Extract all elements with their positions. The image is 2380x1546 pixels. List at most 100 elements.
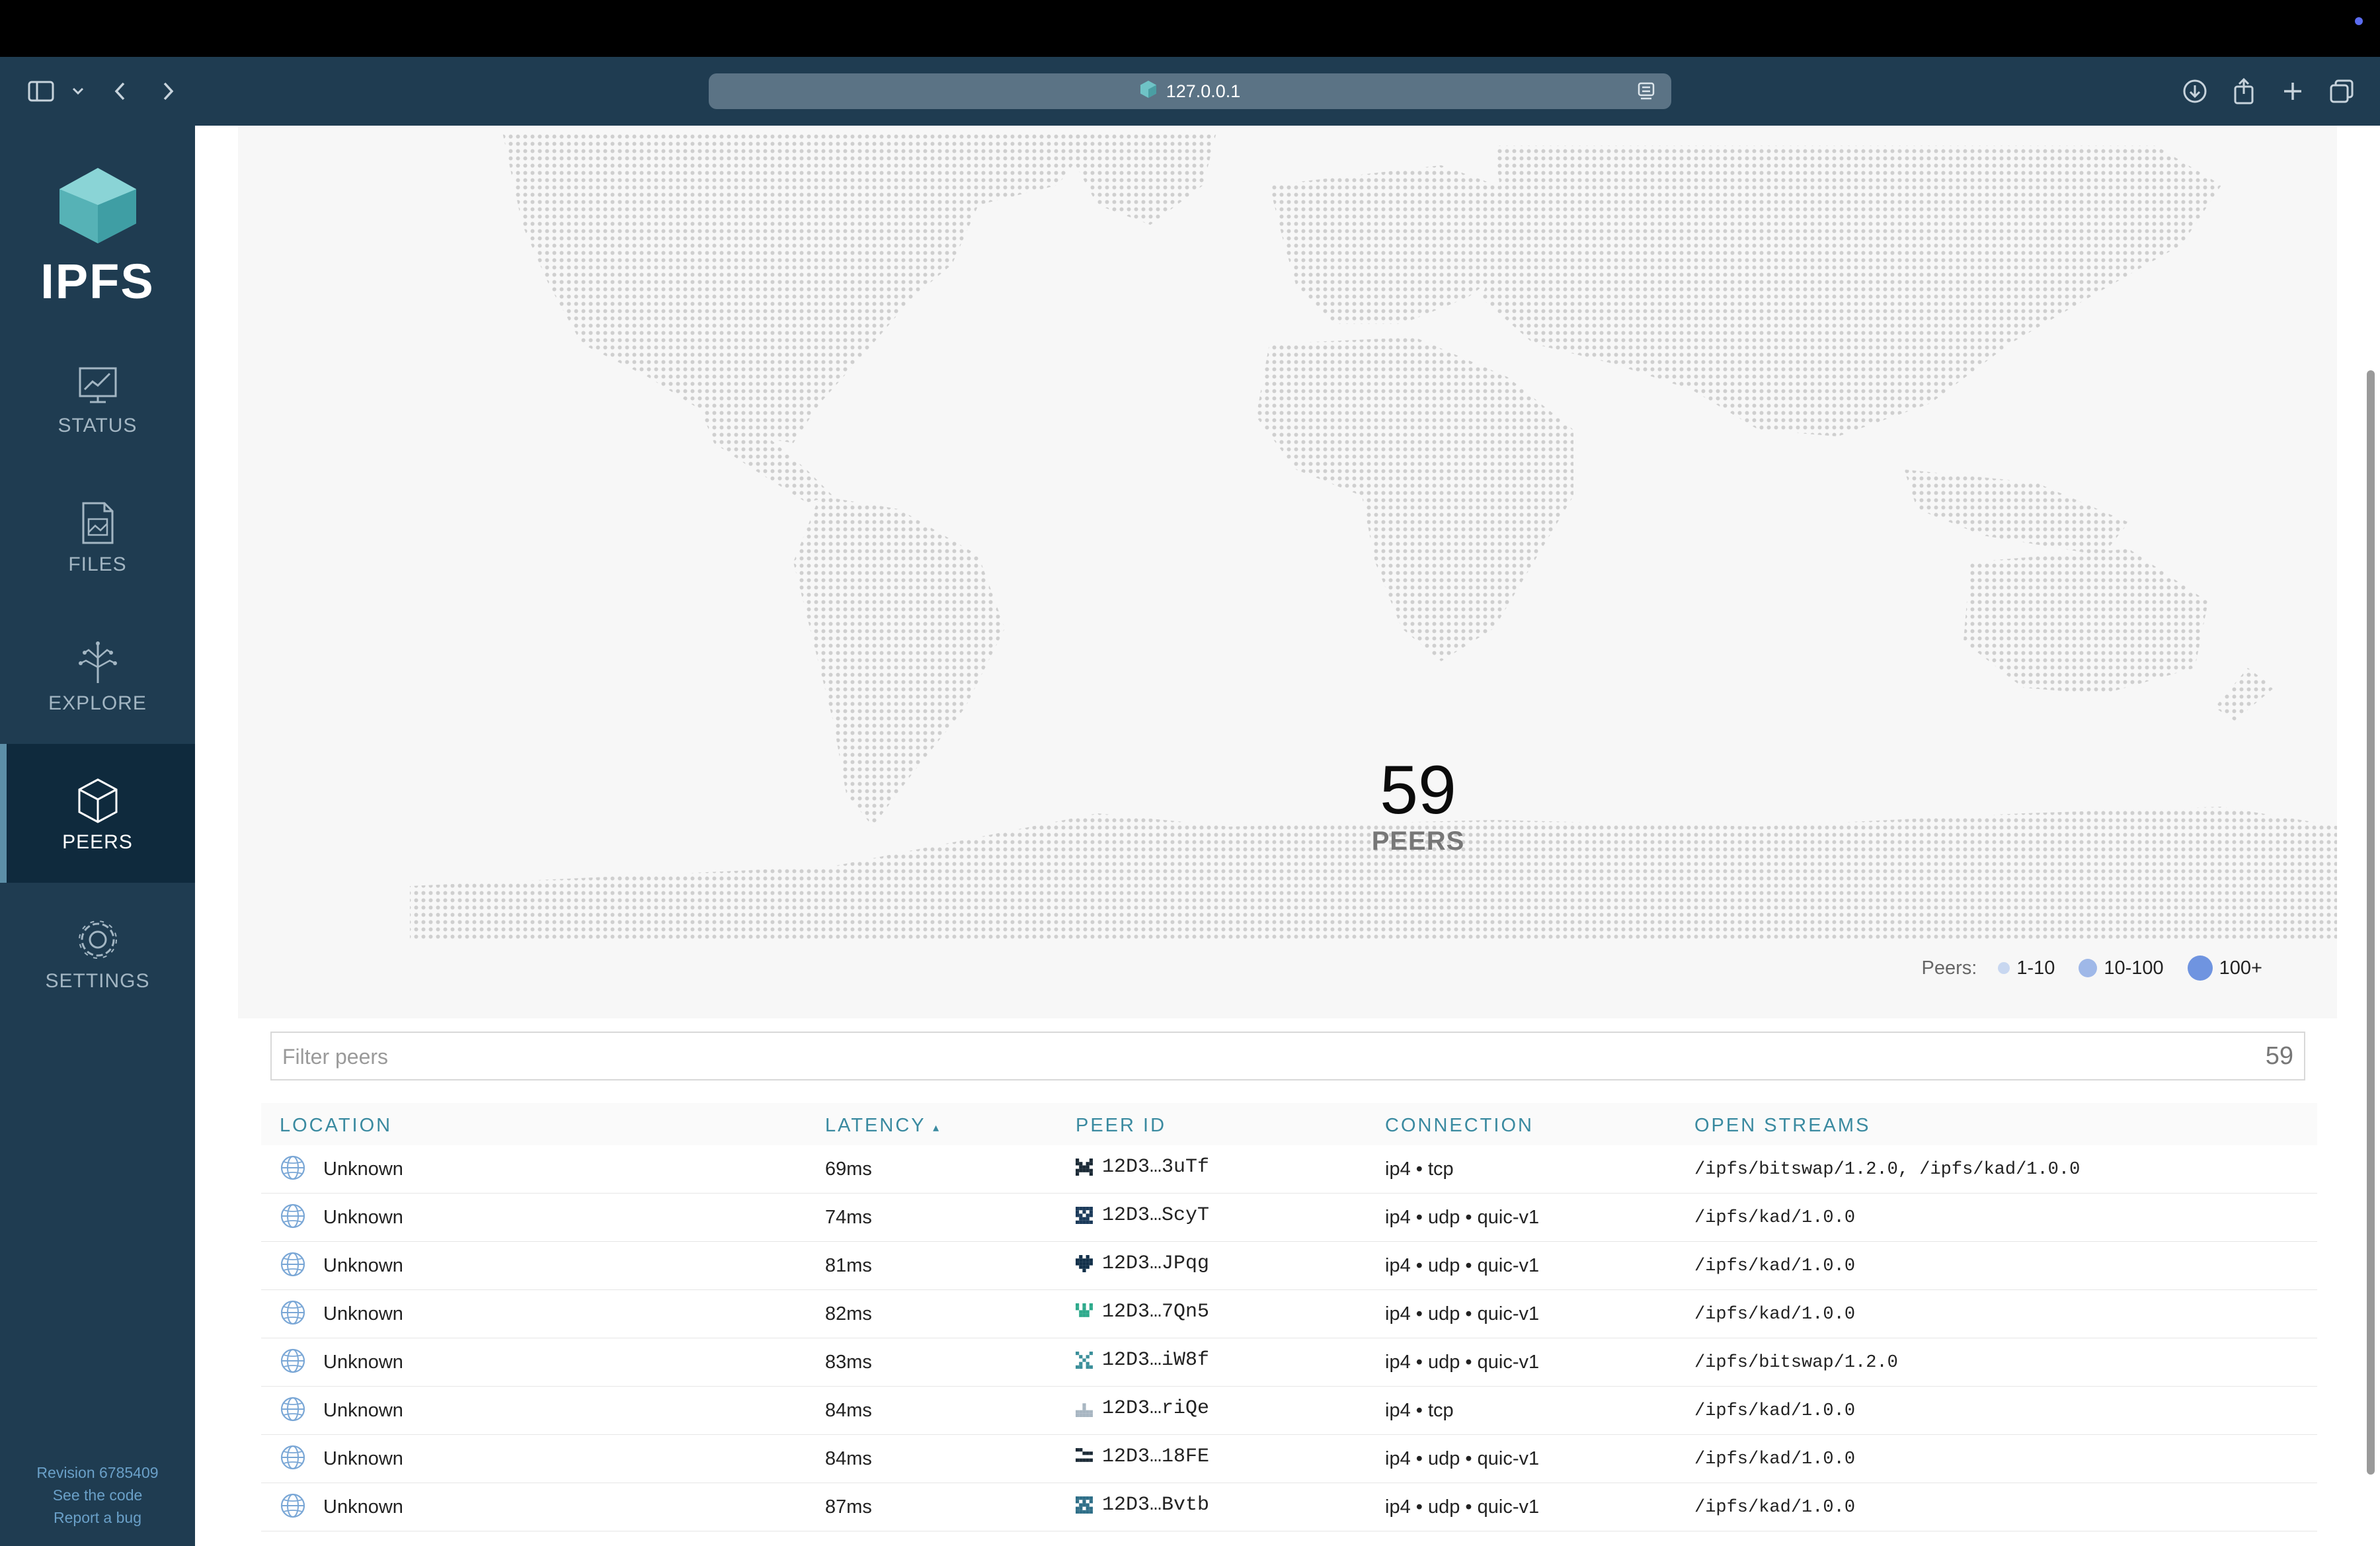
nav-status[interactable]: STATUS: [0, 327, 195, 466]
peers-table-header: LOCATION LATENCY ▴ PEER ID CONNECTION OP…: [261, 1103, 2317, 1145]
peers-page: 59 PEERS Peers: 1-10 10-100 100+ 59 LOCA…: [195, 126, 2380, 1546]
open-streams-cell: /ipfs/kad/1.0.0: [1694, 1208, 1856, 1228]
peer-id-cell[interactable]: 12D3…riQe: [1076, 1397, 1209, 1420]
latency-cell: 87ms: [825, 1496, 872, 1518]
legend-label-small: 1-10: [2016, 957, 2055, 979]
peer-id-cell[interactable]: 12D3…ScyT: [1076, 1204, 1209, 1227]
tab-overview-icon[interactable]: [2327, 77, 2356, 106]
files-document-icon: [74, 499, 122, 547]
globe-icon: [280, 1492, 306, 1519]
legend-item-large: 100+: [2187, 956, 2262, 981]
legend-dot-medium-icon: [2079, 959, 2098, 977]
legend-label-medium: 10-100: [2104, 957, 2164, 979]
nav-settings[interactable]: SETTINGS: [0, 883, 195, 1022]
header-latency-label: LATENCY: [825, 1115, 926, 1136]
open-streams-cell: /ipfs/kad/1.0.0: [1694, 1401, 1856, 1421]
table-row[interactable]: Unknown 83ms 12D3…iW8f ip4 • udp • quic-v1 /…: [261, 1338, 2317, 1387]
sort-asc-icon: ▴: [933, 1121, 941, 1134]
nav-files-label: FILES: [68, 553, 127, 575]
peers-table-body: Unknown 69ms 12D3…3uTf ip4 • tcp/ipfs/bitsw…: [261, 1145, 2317, 1531]
nav-status-label: STATUS: [58, 415, 138, 436]
peer-count-label: PEERS: [1371, 827, 1465, 856]
new-tab-icon[interactable]: [2278, 77, 2307, 106]
table-row[interactable]: Unknown 81ms 12D3…JPqg ip4 • udp • quic-v1 /…: [261, 1242, 2317, 1290]
share-icon[interactable]: [2229, 77, 2258, 106]
peer-id-text: 12D3…riQe: [1102, 1397, 1210, 1420]
connection-cell: ip4 • udp • quic-v1: [1385, 1255, 1540, 1276]
open-streams-cell: /ipfs/kad/1.0.0: [1694, 1498, 1856, 1518]
latency-cell: 83ms: [825, 1352, 872, 1373]
latency-cell: 82ms: [825, 1303, 872, 1324]
peer-identicon-icon: [1076, 1352, 1093, 1369]
peer-identicon-icon: [1076, 1207, 1093, 1224]
forward-icon[interactable]: [153, 77, 182, 106]
globe-icon: [280, 1203, 306, 1229]
globe-icon: [280, 1396, 306, 1422]
latency-cell: 84ms: [825, 1400, 872, 1421]
peer-identicon-icon: [1076, 1159, 1093, 1176]
filter-peers-input[interactable]: [272, 1033, 2201, 1080]
peer-id-cell[interactable]: 12D3…JPqg: [1076, 1252, 1209, 1275]
header-latency[interactable]: LATENCY ▴: [825, 1115, 941, 1137]
table-row[interactable]: Unknown 82ms 12D3…7Qn5 ip4 • udp • quic-v1 /…: [261, 1290, 2317, 1338]
peer-identicon-icon: [1076, 1448, 1093, 1462]
location-cell: Unknown: [323, 1448, 403, 1469]
filter-box: 59: [270, 1032, 2305, 1080]
peers-cube-icon: [74, 777, 122, 825]
ipfs-favicon-icon: [1140, 80, 1157, 103]
open-streams-cell: /ipfs/kad/1.0.0: [1694, 1305, 1856, 1324]
latency-cell: 84ms: [825, 1448, 872, 1469]
sidebar-toggle-icon[interactable]: [26, 77, 56, 106]
location-cell: Unknown: [323, 1352, 403, 1373]
see-code-link[interactable]: See the code: [0, 1484, 195, 1506]
nav-explore[interactable]: EXPLORE: [0, 605, 195, 744]
header-connection[interactable]: CONNECTION: [1385, 1115, 1534, 1137]
peer-id-cell[interactable]: 12D3…iW8f: [1076, 1349, 1209, 1371]
peer-id-cell[interactable]: 12D3…18FE: [1076, 1445, 1209, 1468]
header-peer-id[interactable]: PEER ID: [1076, 1115, 1166, 1137]
location-cell: Unknown: [323, 1496, 403, 1518]
table-row[interactable]: Unknown 69ms 12D3…3uTf ip4 • tcp/ipfs/bitsw…: [261, 1145, 2317, 1194]
menu-bar: [0, 0, 2380, 57]
reader-mode-icon[interactable]: [1637, 81, 1655, 106]
peer-id-text: 12D3…18FE: [1102, 1445, 1210, 1468]
peer-id-text: 12D3…ScyT: [1102, 1204, 1210, 1227]
peer-identicon-icon: [1076, 1403, 1093, 1417]
header-open-streams[interactable]: OPEN STREAMS: [1694, 1115, 1870, 1137]
chevron-down-icon[interactable]: [63, 77, 93, 106]
table-row[interactable]: Unknown 74ms 12D3…ScyT ip4 • udp • quic-v1 /…: [261, 1194, 2317, 1242]
open-streams-cell: /ipfs/bitswap/1.2.0, /ipfs/kad/1.0.0: [1694, 1160, 2081, 1180]
page-scrollbar[interactable]: [2361, 126, 2380, 1546]
table-row[interactable]: Unknown 87ms 12D3…Bvtb ip4 • udp • quic-v1 /…: [261, 1483, 2317, 1531]
peer-id-cell[interactable]: 12D3…3uTf: [1076, 1156, 1209, 1178]
legend-title: Peers:: [1921, 957, 1977, 979]
peer-id-cell[interactable]: 12D3…Bvtb: [1076, 1494, 1209, 1516]
latency-cell: 74ms: [825, 1207, 872, 1228]
location-cell: Unknown: [323, 1255, 403, 1276]
peer-identicon-icon: [1076, 1255, 1093, 1272]
connection-cell: ip4 • udp • quic-v1: [1385, 1352, 1540, 1373]
connection-cell: ip4 • tcp: [1385, 1400, 1454, 1421]
ipfs-logo[interactable]: IPFS: [0, 165, 195, 309]
settings-gear-icon: [74, 916, 122, 963]
open-streams-cell: /ipfs/bitswap/1.2.0: [1694, 1353, 1898, 1373]
back-icon[interactable]: [106, 77, 135, 106]
revision-link[interactable]: Revision 6785409: [0, 1461, 195, 1484]
status-chart-icon: [74, 360, 122, 408]
nav-peers[interactable]: PEERS: [0, 744, 195, 883]
nav-explore-label: EXPLORE: [48, 692, 147, 714]
peer-id-text: 12D3…3uTf: [1102, 1156, 1210, 1178]
table-row[interactable]: Unknown 84ms 12D3…18FE ip4 • udp • quic-v1 /…: [261, 1435, 2317, 1483]
table-row[interactable]: Unknown 84ms 12D3…riQe ip4 • tcp/ipfs/kad/1…: [261, 1387, 2317, 1435]
peer-id-cell[interactable]: 12D3…7Qn5: [1076, 1301, 1209, 1323]
url-bar[interactable]: 127.0.0.1: [709, 73, 1671, 109]
legend-dot-small-icon: [1998, 962, 2010, 974]
scrollbar-thumb[interactable]: [2367, 370, 2375, 1475]
report-bug-link[interactable]: Report a bug: [0, 1506, 195, 1529]
peer-identicon-icon: [1076, 1303, 1093, 1317]
peer-id-text: 12D3…7Qn5: [1102, 1301, 1210, 1323]
download-icon[interactable]: [2180, 77, 2209, 106]
header-location[interactable]: LOCATION: [280, 1115, 392, 1137]
connection-cell: ip4 • udp • quic-v1: [1385, 1496, 1540, 1518]
nav-files[interactable]: FILES: [0, 466, 195, 605]
